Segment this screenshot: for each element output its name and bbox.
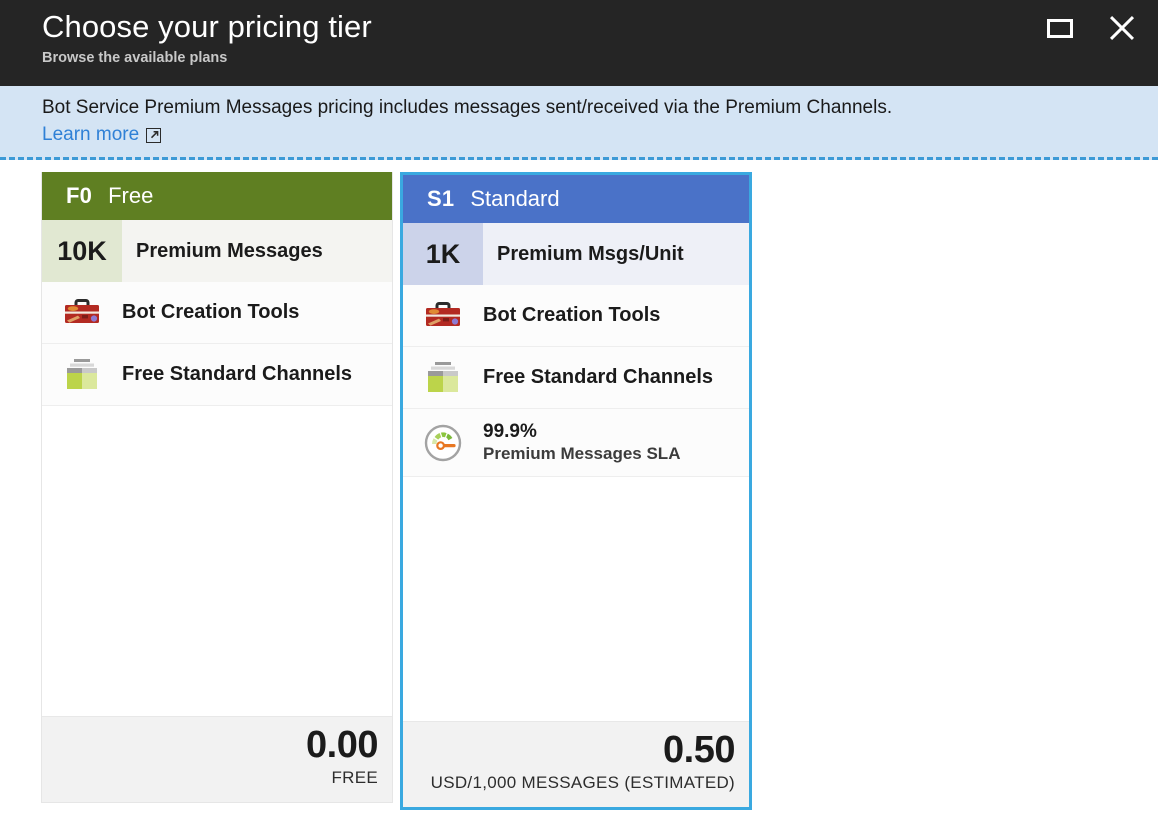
quota-value: 1K [403, 223, 483, 285]
quota-label: Premium Messages [136, 239, 323, 262]
external-link-icon [146, 127, 162, 143]
quota-label: Premium Msgs/Unit [497, 242, 684, 265]
gauge-icon [403, 409, 483, 476]
price-unit: USD/1,000 MESSAGES (ESTIMATED) [430, 773, 735, 792]
info-banner-text: Bot Service Premium Messages pricing inc… [42, 97, 893, 118]
restore-icon [1047, 18, 1073, 38]
learn-more-label: Learn more [42, 124, 140, 145]
feature-label: Free Standard Channels [122, 363, 353, 385]
window-controls [1038, 6, 1144, 50]
page-subtitle: Browse the available plans [42, 50, 228, 66]
close-icon [1108, 14, 1136, 42]
sla-label: Premium Messages SLA [483, 444, 681, 464]
quota-row: 10K Premium Messages [42, 220, 392, 282]
titlebar-text-group: Choose your pricing tier Browse the avai… [42, 8, 372, 68]
tier-code: S1 [427, 186, 455, 211]
feature-label: Bot Creation Tools [122, 301, 300, 323]
card-footer-s1: 0.50 USD/1,000 MESSAGES (ESTIMATED) [403, 721, 749, 807]
feature-row: Free Standard Channels [42, 344, 392, 406]
window-titlebar: Choose your pricing tier Browse the avai… [0, 0, 1158, 86]
feature-row: Bot Creation Tools [403, 285, 749, 347]
toolbox-icon [42, 282, 122, 343]
feature-label: Free Standard Channels [483, 366, 714, 388]
pricing-card-f0[interactable]: F0 Free 10K Premium Messages Bot Creatio… [41, 172, 393, 803]
price-value: 0.00 [306, 724, 378, 766]
sla-text-group: 99.9% Premium Messages SLA [483, 421, 680, 463]
pricing-card-s1[interactable]: S1 Standard 1K Premium Msgs/Unit Bot Cre… [400, 172, 752, 810]
card-footer-f0: 0.00 FREE [42, 716, 392, 802]
package-stack-icon [42, 344, 122, 405]
page-title: Choose your pricing tier [42, 9, 372, 44]
learn-more-link[interactable]: Learn more [42, 122, 162, 148]
feature-label: Bot Creation Tools [483, 304, 661, 326]
restore-window-button[interactable] [1038, 6, 1082, 50]
toolbox-icon [403, 285, 483, 346]
close-window-button[interactable] [1100, 6, 1144, 50]
feature-row-sla: 99.9% Premium Messages SLA [403, 409, 749, 477]
tier-code: F0 [66, 183, 93, 208]
quota-value: 10K [42, 220, 122, 282]
card-header-f0: F0 Free [42, 172, 392, 220]
feature-row: Free Standard Channels [403, 347, 749, 409]
sla-value: 99.9% [483, 421, 537, 443]
price-unit: FREE [331, 768, 378, 787]
card-header-s1: S1 Standard [403, 175, 749, 223]
tier-name: Standard [470, 186, 560, 211]
feature-row: Bot Creation Tools [42, 282, 392, 344]
info-banner: Bot Service Premium Messages pricing inc… [0, 86, 1158, 160]
package-stack-icon [403, 347, 483, 408]
tier-name: Free [108, 183, 154, 208]
price-value: 0.50 [663, 729, 735, 771]
quota-row: 1K Premium Msgs/Unit [403, 223, 749, 285]
